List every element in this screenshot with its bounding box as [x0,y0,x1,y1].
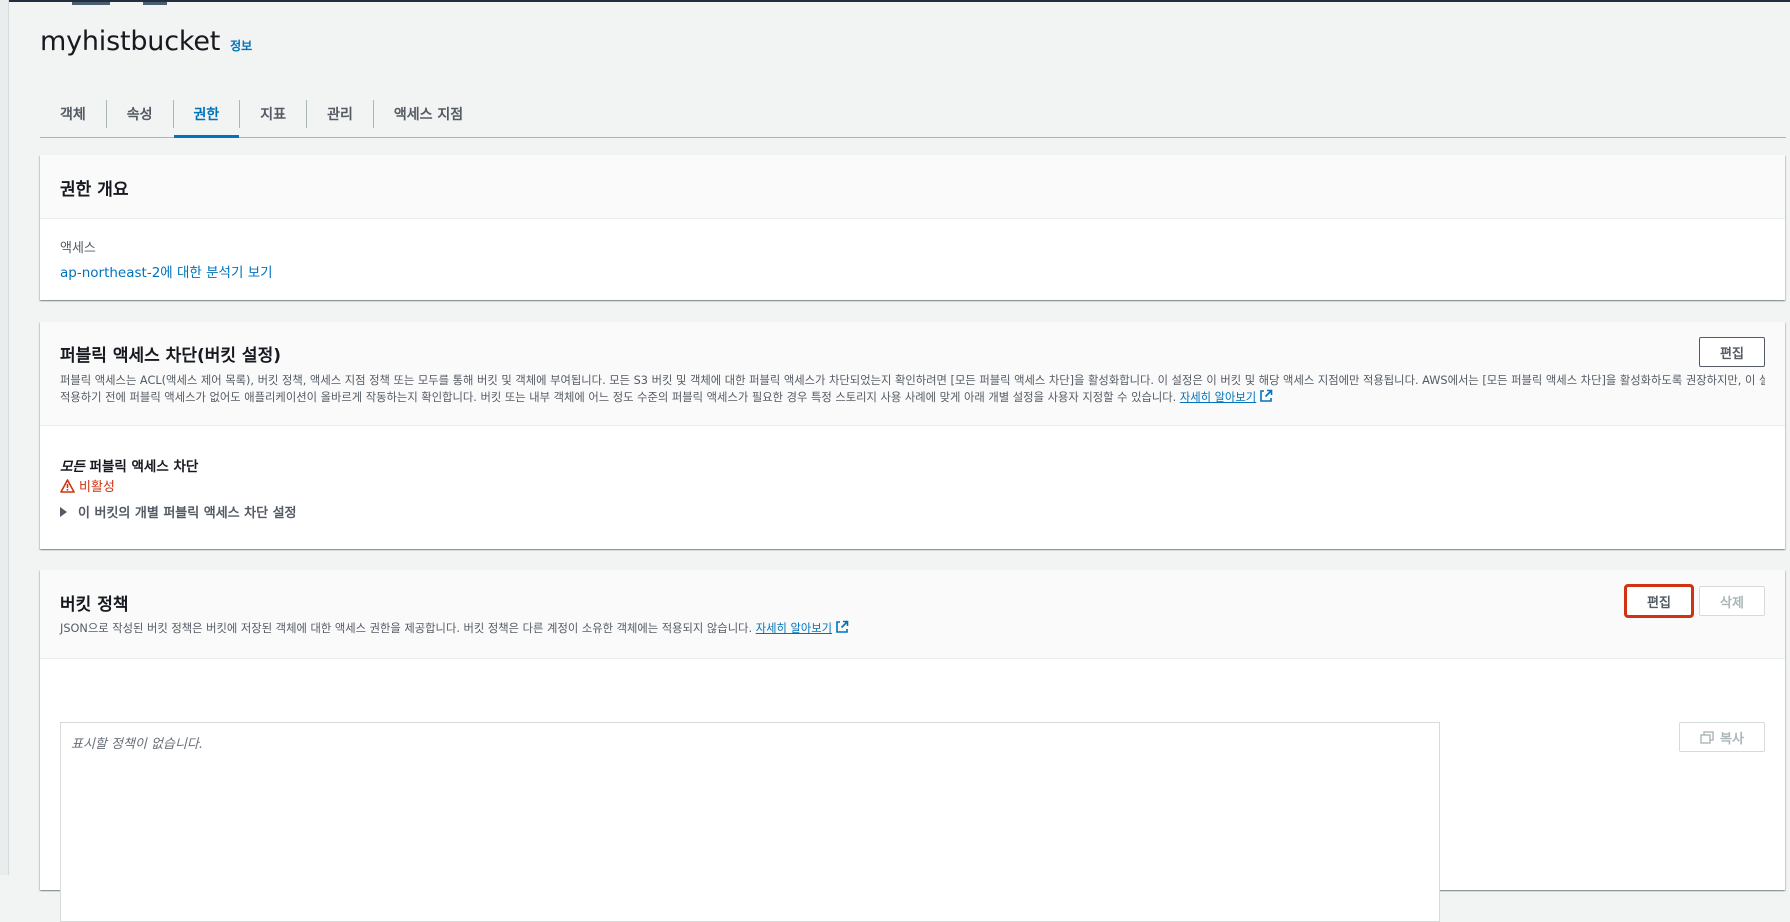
individual-settings-expander[interactable]: 이 버킷의 개별 퍼블릭 액세스 차단 설정 [60,502,297,521]
bucket-policy-edit-button[interactable]: 편집 [1624,584,1694,618]
policy-empty-text: 표시할 정책이 없습니다. [71,737,203,752]
bucket-policy-learn-more-link[interactable]: 자세히 알아보기 [756,622,832,635]
block-all-setting-prefix: 모든 [60,459,85,475]
top-stub [72,2,110,5]
tab-permissions[interactable]: 권한 [172,99,240,138]
copy-button-label: 복사 [1720,731,1744,747]
tab-properties[interactable]: 속성 [105,99,173,128]
page-header: myhistbucket 정보 [40,26,252,57]
info-link[interactable]: 정보 [230,37,252,54]
top-stub [143,2,167,5]
description-line-2: 적용하기 전에 퍼블릭 액세스가 없어도 애플리케이션이 올바르게 작동하는지 … [60,389,1765,408]
block-public-access-title: 퍼블릭 액세스 차단(버킷 설정) [60,346,281,366]
external-link-icon [835,620,849,639]
tab-management[interactable]: 관리 [306,99,373,128]
description-line-2-text: 적용하기 전에 퍼블릭 액세스가 없어도 애플리케이션이 올바르게 작동하는지 … [60,391,1177,404]
status-badge: 비활성 [60,476,115,495]
expander-label: 이 버킷의 개별 퍼블릭 액세스 차단 설정 [78,506,297,521]
page-top-edge [0,0,1790,2]
bucket-policy-panel: 버킷 정책 편집 삭제 JSON으로 작성된 버킷 정책은 버킷에 저장된 객체… [40,570,1785,922]
bucket-policy-delete-button[interactable]: 삭제 [1699,586,1765,616]
external-link-icon [1259,389,1273,408]
block-public-access-description: 퍼블릭 액세스는 ACL(액세스 제어 목록), 버킷 정책, 액세스 지점 정… [60,372,1765,408]
permissions-overview-panel: 권한 개요 액세스 ap-northeast-2에 대한 분석기 보기 [40,155,1785,300]
block-all-setting-text: 퍼블릭 액세스 차단 [84,459,199,475]
access-label: 액세스 [60,241,96,256]
bucket-policy-header: 버킷 정책 편집 삭제 JSON으로 작성된 버킷 정책은 버킷에 저장된 객체… [40,570,1785,659]
description-line-1: 퍼블릭 액세스는 ACL(액세스 제어 목록), 버킷 정책, 액세스 지점 정… [60,374,1765,387]
tab-bar: 객체 속성 권한 지표 관리 액세스 지점 [40,90,1786,138]
permissions-overview-header: 권한 개요 [40,155,1785,219]
copy-button[interactable]: 복사 [1679,722,1765,752]
policy-viewer[interactable]: 표시할 정책이 없습니다. [60,722,1440,922]
page-title: myhistbucket [40,26,221,57]
tab-access-points[interactable]: 액세스 지점 [372,99,483,128]
permissions-overview-title: 권한 개요 [60,180,129,200]
tab-objects[interactable]: 객체 [40,100,106,128]
status-text: 비활성 [79,480,115,495]
learn-more-link[interactable]: 자세히 알아보기 [1180,391,1256,404]
left-gutter [0,0,9,875]
block-public-access-edit-button[interactable]: 편집 [1699,337,1765,367]
warning-icon [60,478,75,493]
caret-right-icon [60,506,67,517]
analyzer-link[interactable]: ap-northeast-2에 대한 분석기 보기 [60,261,273,281]
tab-metrics[interactable]: 지표 [239,99,306,128]
bucket-policy-description: JSON으로 작성된 버킷 정책은 버킷에 저장된 객체에 대한 액세스 권한을… [60,620,849,639]
bucket-policy-description-text: JSON으로 작성된 버킷 정책은 버킷에 저장된 객체에 대한 액세스 권한을… [60,622,753,635]
block-public-access-header: 퍼블릭 액세스 차단(버킷 설정) 편집 퍼블릭 액세스는 ACL(액세스 제어… [40,322,1785,426]
block-public-access-panel: 퍼블릭 액세스 차단(버킷 설정) 편집 퍼블릭 액세스는 ACL(액세스 제어… [40,322,1785,549]
bucket-policy-title: 버킷 정책 [60,595,129,615]
copy-icon [1700,730,1714,744]
block-all-setting-label: 모든 퍼블릭 액세스 차단 [60,455,198,475]
